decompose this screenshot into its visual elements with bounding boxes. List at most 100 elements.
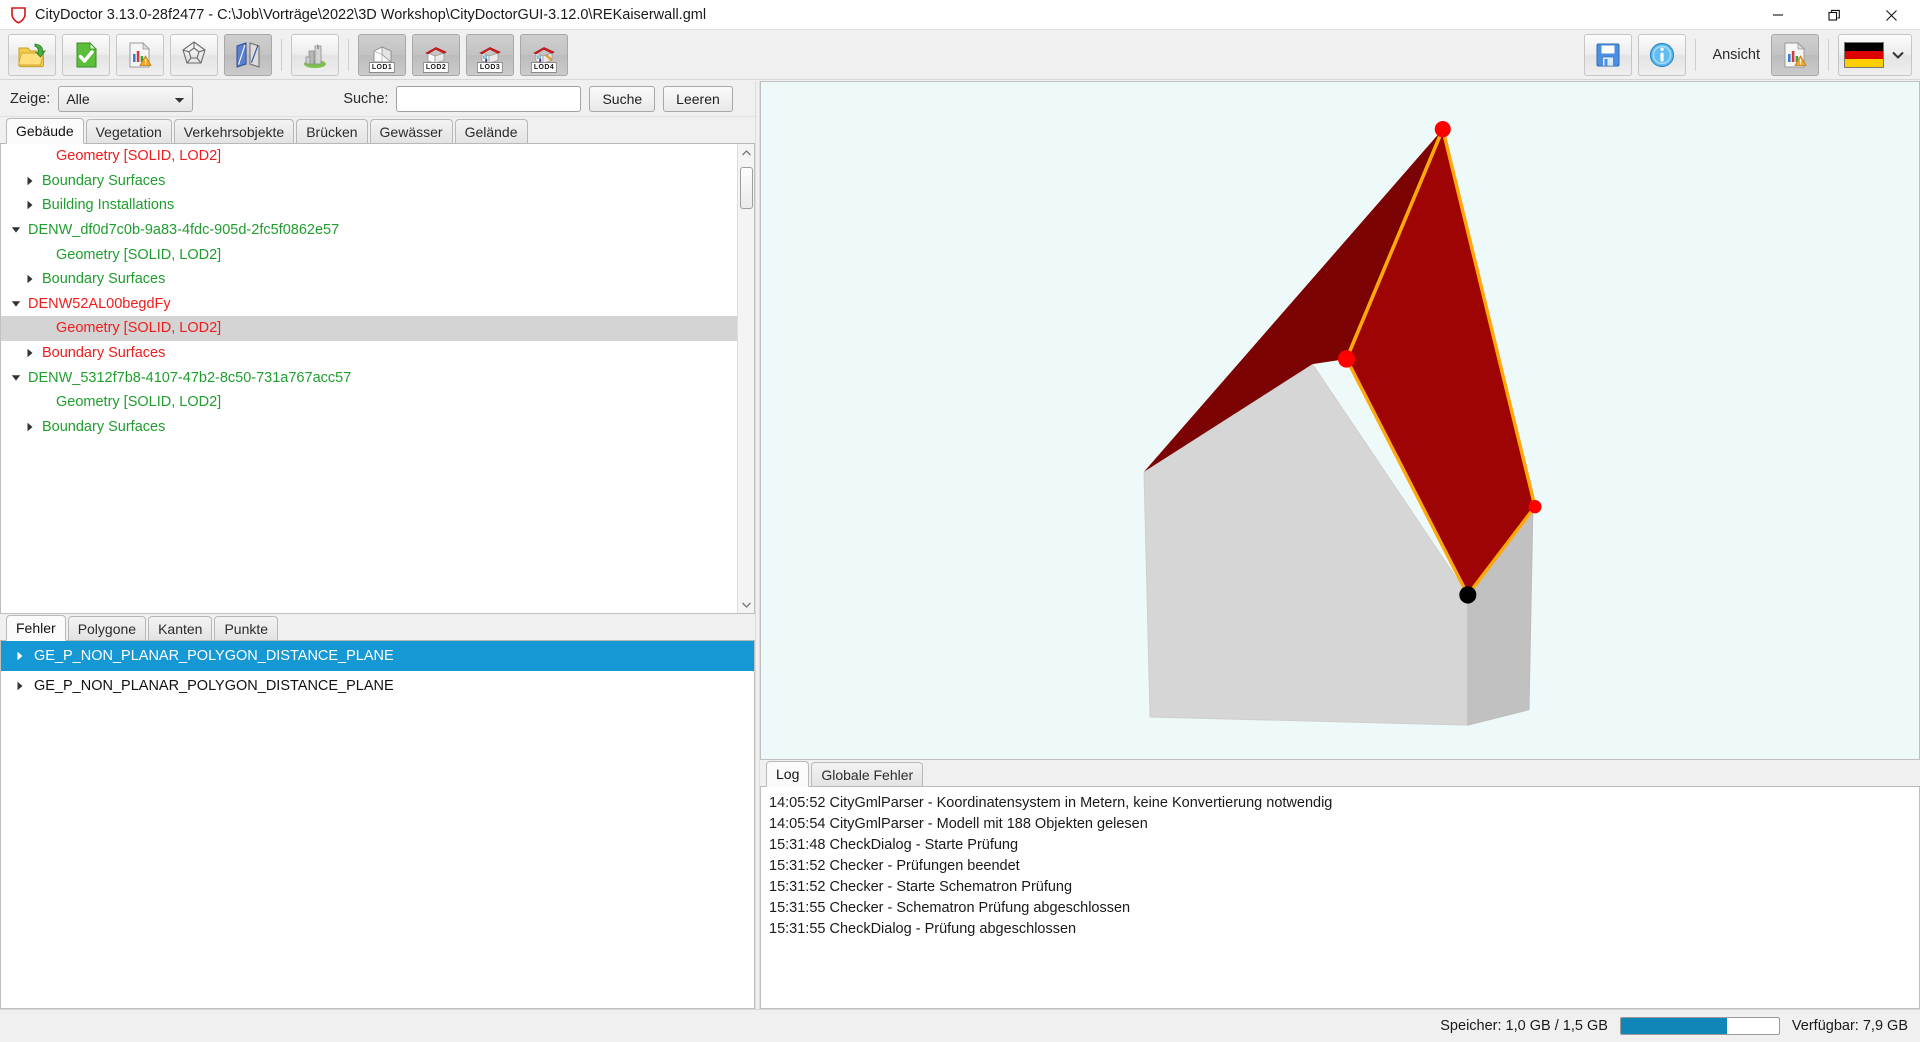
lod4-button[interactable]: LOD4 bbox=[520, 33, 568, 76]
minimize-button[interactable] bbox=[1749, 0, 1806, 30]
tree-row[interactable]: Geometry [SOLID, LOD2] bbox=[1, 390, 737, 415]
tree-row-label: DENW52AL00begdFy bbox=[28, 295, 171, 312]
tab-gew-sser[interactable]: Gewässer bbox=[369, 119, 453, 143]
tree-row[interactable]: DENW_df0d7c0b-9a83-4fdc-905d-2fc5f0862e5… bbox=[1, 218, 737, 243]
tab-fehler[interactable]: Fehler bbox=[6, 615, 66, 641]
close-button[interactable] bbox=[1863, 0, 1920, 30]
available-label: Verfügbar: 7,9 GB bbox=[1791, 1018, 1908, 1034]
tab-punkte[interactable]: Punkte bbox=[214, 616, 279, 640]
planes-button[interactable] bbox=[224, 33, 272, 76]
log-line: 15:31:52 Checker - Prüfungen beendet bbox=[769, 858, 1020, 874]
tree-row[interactable]: Geometry [SOLID, LOD2] bbox=[1, 144, 737, 169]
tab-geb-ude[interactable]: Gebäude bbox=[6, 118, 84, 144]
error-panel: Fehler Polygone Kanten Punkte GE_P_NON_PLAN… bbox=[0, 614, 755, 1009]
chevron-right-icon[interactable] bbox=[23, 422, 37, 432]
left-pane: Zeige: Alle Suche: Suche Leeren Gebäude V… bbox=[0, 81, 755, 1009]
3d-viewport[interactable] bbox=[760, 81, 1920, 760]
chevron-right-icon[interactable] bbox=[23, 200, 37, 210]
validate-button[interactable] bbox=[62, 33, 110, 76]
error-list[interactable]: GE_P_NON_PLANAR_POLYGON_DISTANCE_PLANE GE… bbox=[0, 641, 755, 1009]
chevron-down-icon[interactable] bbox=[9, 374, 23, 382]
maximize-button[interactable] bbox=[1806, 0, 1863, 30]
log-output[interactable]: 14:05:52 CityGmlParser - Koordinatensyst… bbox=[760, 787, 1920, 1009]
open-file-button[interactable] bbox=[8, 33, 56, 76]
tree-scroll-thumb[interactable] bbox=[739, 167, 753, 209]
city-model-button[interactable] bbox=[291, 33, 339, 76]
feature-tree-panel: Geometry [SOLID, LOD2] Boundary Surfaces B… bbox=[0, 144, 755, 614]
tree-scrollbar[interactable] bbox=[737, 144, 754, 613]
zeige-dropdown[interactable]: Alle bbox=[58, 85, 194, 112]
tab-polygone[interactable]: Polygone bbox=[67, 616, 147, 640]
tab-br-cken[interactable]: Brücken bbox=[296, 119, 368, 143]
lod4-label: LOD4 bbox=[530, 61, 558, 73]
title-bar: CityDoctor 3.13.0-28f2477 - C:\Job\Vortr… bbox=[0, 0, 1920, 30]
language-selector[interactable] bbox=[1838, 33, 1912, 76]
log-tabstrip: Log Globale Fehler bbox=[760, 760, 1920, 787]
toolbar-separator bbox=[348, 38, 349, 71]
tab-verkehrsobjekte[interactable]: Verkehrsobjekte bbox=[173, 119, 295, 143]
memory-progress-bar bbox=[1619, 1017, 1780, 1035]
tree-row-label: DENW_df0d7c0b-9a83-4fdc-905d-2fc5f0862e5… bbox=[28, 222, 340, 239]
report-button[interactable] bbox=[116, 33, 164, 76]
ansicht-label: Ansicht bbox=[1712, 46, 1760, 63]
info-button[interactable] bbox=[1638, 33, 1687, 76]
tree-row[interactable]: Boundary Surfaces bbox=[1, 267, 737, 292]
clear-button[interactable]: Leeren bbox=[663, 85, 733, 112]
chevron-right-icon[interactable] bbox=[13, 651, 27, 661]
chevron-right-icon[interactable] bbox=[23, 274, 37, 284]
search-button[interactable]: Suche bbox=[589, 85, 656, 112]
tab-kanten[interactable]: Kanten bbox=[148, 616, 213, 640]
tab-log[interactable]: Log bbox=[766, 761, 810, 787]
error-row[interactable]: GE_P_NON_PLANAR_POLYGON_DISTANCE_PLANE bbox=[1, 671, 754, 701]
chevron-right-icon[interactable] bbox=[13, 681, 27, 691]
tree-row[interactable]: DENW52AL00begdFy bbox=[1, 292, 737, 317]
ansicht-report-button[interactable] bbox=[1771, 33, 1819, 76]
tab-globale-fehler[interactable]: Globale Fehler bbox=[811, 762, 924, 786]
tab-vegetation[interactable]: Vegetation bbox=[85, 119, 172, 143]
chevron-up-icon[interactable] bbox=[738, 144, 755, 161]
memory-progress-fill bbox=[1620, 1018, 1727, 1034]
lod1-label: LOD1 bbox=[368, 61, 396, 73]
toolbar-separator bbox=[1828, 38, 1829, 71]
log-line: 15:31:52 Checker - Starte Schematron Prü… bbox=[769, 879, 1073, 895]
search-input[interactable] bbox=[396, 85, 582, 112]
tree-row[interactable]: Geometry [SOLID, LOD2] bbox=[1, 316, 737, 341]
toolbar-separator bbox=[1695, 38, 1697, 71]
polyhedron-button[interactable] bbox=[170, 33, 218, 76]
lod1-button[interactable]: LOD1 bbox=[358, 33, 406, 76]
toolbar-separator bbox=[281, 38, 282, 71]
tree-row[interactable]: Building Installations bbox=[1, 193, 737, 218]
filter-bar: Zeige: Alle Suche: Suche Leeren bbox=[0, 81, 755, 117]
tree-row-label: Boundary Surfaces bbox=[42, 418, 166, 435]
chevron-right-icon[interactable] bbox=[23, 348, 37, 358]
save-button[interactable] bbox=[1584, 33, 1633, 76]
log-line: 15:31:55 Checker - Schematron Prüfung ab… bbox=[769, 900, 1131, 916]
lod3-button[interactable]: LOD3 bbox=[466, 33, 514, 76]
tree-row-label: Building Installations bbox=[42, 197, 175, 214]
chevron-down-icon[interactable] bbox=[9, 226, 23, 234]
tree-row[interactable]: Boundary Surfaces bbox=[1, 415, 737, 440]
chevron-down-icon[interactable] bbox=[9, 300, 23, 308]
error-row[interactable]: GE_P_NON_PLANAR_POLYGON_DISTANCE_PLANE bbox=[1, 641, 754, 671]
feature-tabstrip: Gebäude Vegetation Verkehrsobjekte Brücken G… bbox=[0, 117, 755, 144]
tree-row[interactable]: Boundary Surfaces bbox=[1, 169, 737, 194]
tree-scroll-track[interactable] bbox=[738, 161, 755, 596]
lod2-button[interactable]: LOD2 bbox=[412, 33, 460, 76]
chevron-down-icon[interactable] bbox=[738, 596, 755, 613]
window-title: CityDoctor 3.13.0-28f2477 - C:\Job\Vortr… bbox=[35, 6, 707, 23]
tree-row[interactable]: DENW_5312f7b8-4107-47b2-8c50-731a767acc5… bbox=[1, 365, 737, 390]
3d-model bbox=[1143, 120, 1542, 726]
tree-row[interactable]: Geometry [SOLID, LOD2] bbox=[1, 242, 737, 267]
suche-label: Suche: bbox=[343, 90, 389, 107]
tree-row[interactable]: Boundary Surfaces bbox=[1, 341, 737, 366]
tab-gel-nde[interactable]: Gelände bbox=[454, 119, 528, 143]
feature-tree[interactable]: Geometry [SOLID, LOD2] Boundary Surfaces B… bbox=[1, 144, 737, 613]
tree-row-label: DENW_5312f7b8-4107-47b2-8c50-731a767acc5… bbox=[28, 369, 352, 386]
chevron-right-icon[interactable] bbox=[23, 176, 37, 186]
error-row-label: GE_P_NON_PLANAR_POLYGON_DISTANCE_PLANE bbox=[34, 678, 394, 694]
tree-row-label: Boundary Surfaces bbox=[42, 345, 166, 362]
error-vertex bbox=[1528, 499, 1542, 514]
error-tabstrip: Fehler Polygone Kanten Punkte bbox=[0, 614, 755, 641]
log-line: 15:31:55 CheckDialog - Prüfung abgeschlo… bbox=[769, 921, 1077, 937]
toolbar-right-group: Ansicht bbox=[1576, 33, 1912, 76]
